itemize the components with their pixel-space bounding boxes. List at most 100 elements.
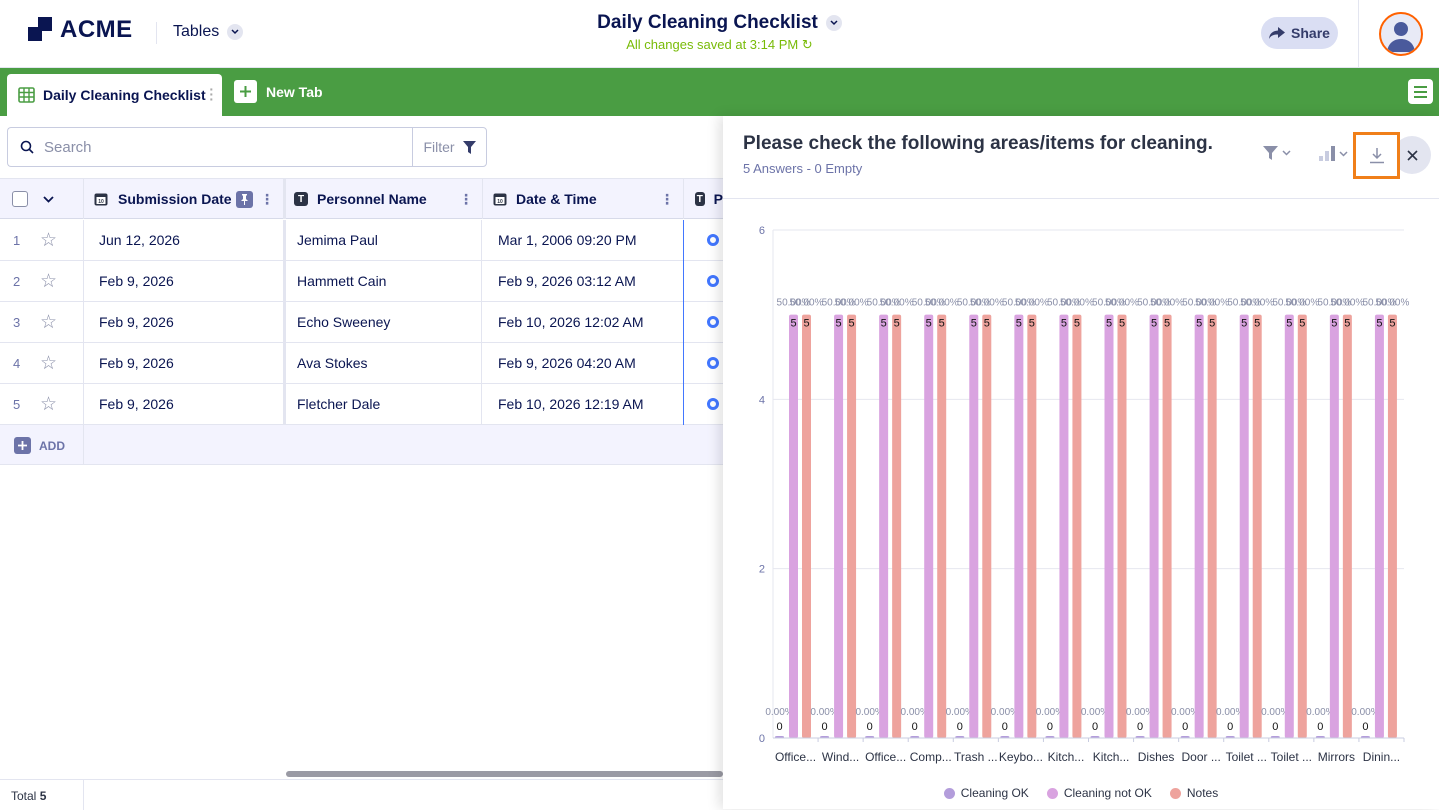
data-label: 0 <box>776 721 782 733</box>
bar-cleaning-not-ok <box>789 314 798 738</box>
cell-personnel-name[interactable]: Jemima Paul <box>297 220 378 260</box>
column-label: Date & Time <box>516 191 597 207</box>
column-header-personnel-name[interactable]: T Personnel Name ⋮ <box>283 179 482 219</box>
x-tick-label: Kitch... <box>1048 750 1085 764</box>
x-tick-label: Comp... <box>910 750 952 764</box>
cell-personnel-name[interactable]: Ava Stokes <box>297 343 368 383</box>
table-row[interactable]: 3 ☆ Feb 9, 2026 Echo Sweeney Feb 10, 202… <box>0 302 723 343</box>
data-label: 5 <box>836 318 842 330</box>
tab-daily-cleaning-checklist[interactable]: Daily Cleaning Checklist · · · <box>7 74 222 116</box>
column-divider <box>683 261 684 302</box>
cell-submission-date[interactable]: Jun 12, 2026 <box>99 220 180 260</box>
star-icon[interactable]: ☆ <box>40 261 57 301</box>
column-header-p[interactable]: T P <box>683 179 723 219</box>
cell-submission-date[interactable]: Feb 9, 2026 <box>99 384 174 424</box>
doc-title-dropdown[interactable]: Daily Cleaning Checklist <box>597 12 842 34</box>
radio-indicator[interactable] <box>707 220 719 260</box>
bar-notes <box>982 314 992 738</box>
user-avatar[interactable] <box>1379 12 1423 56</box>
legend-item-cleaning-ok[interactable]: Cleaning OK <box>943 786 1029 800</box>
search-input[interactable]: Search <box>7 127 413 167</box>
data-label: 0 <box>1182 721 1188 733</box>
column-divider <box>481 384 482 425</box>
share-button[interactable]: Share <box>1261 17 1338 49</box>
radio-indicator[interactable] <box>707 261 719 301</box>
download-icon <box>1369 147 1384 163</box>
column-menu-icon[interactable]: ⋮ <box>459 191 473 208</box>
download-button[interactable] <box>1353 132 1400 179</box>
x-tick-label: Toilet ... <box>1226 750 1267 764</box>
table-row[interactable]: 1 ☆ Jun 12, 2026 Jemima Paul Mar 1, 2006… <box>0 220 723 261</box>
cell-submission-date[interactable]: Feb 9, 2026 <box>99 343 174 383</box>
cell-date-time[interactable]: Feb 9, 2026 04:20 AM <box>498 343 636 383</box>
column-divider <box>481 343 482 384</box>
data-label: 5 <box>1241 318 1247 330</box>
star-icon[interactable]: ☆ <box>40 384 57 424</box>
data-label: 0 <box>1137 721 1143 733</box>
table-row[interactable]: 4 ☆ Feb 9, 2026 Ava Stokes Feb 9, 2026 0… <box>0 343 723 384</box>
table-grid-icon <box>18 87 35 103</box>
column-label: P <box>713 191 723 207</box>
cell-submission-date[interactable]: Feb 9, 2026 <box>99 261 174 301</box>
column-divider <box>283 261 286 302</box>
data-label: 5 <box>1164 318 1170 330</box>
new-tab-button[interactable]: New Tab <box>234 80 323 103</box>
column-menu-icon[interactable]: ⋮ <box>260 191 274 208</box>
cell-date-time[interactable]: Feb 9, 2026 03:12 AM <box>498 261 636 301</box>
cell-date-time[interactable]: Mar 1, 2006 09:20 PM <box>498 220 637 260</box>
hamburger-menu-icon[interactable] <box>1408 79 1433 104</box>
chart-filter-dropdown[interactable] <box>1263 146 1291 160</box>
cell-personnel-name[interactable]: Hammett Cain <box>297 261 386 301</box>
column-divider <box>83 261 84 302</box>
table-row[interactable]: 2 ☆ Feb 9, 2026 Hammett Cain Feb 9, 2026… <box>0 261 723 302</box>
radio-indicator[interactable] <box>707 343 719 383</box>
star-icon[interactable]: ☆ <box>40 302 57 342</box>
legend-item-cleaning-not-ok[interactable]: Cleaning not OK <box>1046 786 1152 800</box>
star-icon[interactable]: ☆ <box>40 343 57 383</box>
chevron-down-icon[interactable] <box>43 179 54 219</box>
bar-notes <box>892 314 902 738</box>
data-label: 0 <box>822 721 828 733</box>
filter-button[interactable]: Filter <box>412 127 487 167</box>
chevron-down-icon <box>825 15 842 31</box>
column-divider <box>481 220 482 261</box>
cell-personnel-name[interactable]: Echo Sweeney <box>297 302 390 342</box>
data-label: 5 <box>1286 318 1292 330</box>
data-label: 5 <box>849 318 855 330</box>
column-header-submission-date[interactable]: 10 Submission Date ⋮ <box>83 179 283 219</box>
bar-cleaning-not-ok <box>1329 314 1339 738</box>
bar-cleaning-not-ok <box>924 314 934 738</box>
star-icon[interactable]: ☆ <box>40 220 57 260</box>
column-header-date-time[interactable]: 10 Date & Time ⋮ <box>482 179 683 219</box>
column-divider <box>283 302 286 343</box>
table-row[interactable]: 5 ☆ Feb 9, 2026 Fletcher Dale Feb 10, 20… <box>0 384 723 425</box>
funnel-icon <box>1263 146 1278 160</box>
cell-submission-date[interactable]: Feb 9, 2026 <box>99 302 174 342</box>
horizontal-scrollbar[interactable] <box>286 771 723 777</box>
column-label: Personnel Name <box>317 191 427 207</box>
data-label: 0 <box>1272 721 1278 733</box>
radio-indicator[interactable] <box>707 302 719 342</box>
cell-date-time[interactable]: Feb 10, 2026 12:02 AM <box>498 302 644 342</box>
pin-icon[interactable] <box>236 190 253 208</box>
column-divider <box>683 384 684 425</box>
chart-type-dropdown[interactable] <box>1319 146 1348 161</box>
column-divider <box>83 780 84 810</box>
column-divider <box>83 220 84 261</box>
panel-title: Please check the following areas/items f… <box>743 133 1213 154</box>
data-label: 5 <box>1299 318 1305 330</box>
select-all-checkbox[interactable] <box>12 179 30 219</box>
cell-date-time[interactable]: Feb 10, 2026 12:19 AM <box>498 384 644 424</box>
filter-label: Filter <box>423 139 455 155</box>
tab-menu-icon[interactable]: · · · <box>209 82 214 106</box>
svg-text:10: 10 <box>98 199 104 205</box>
add-row-button[interactable]: ADD <box>14 437 65 454</box>
percent-label: 50.00% <box>1105 298 1139 309</box>
column-menu-icon[interactable]: ⋮ <box>660 191 674 208</box>
data-label: 0 <box>957 721 963 733</box>
radio-indicator[interactable] <box>707 384 719 424</box>
cell-personnel-name[interactable]: Fletcher Dale <box>297 384 380 424</box>
bar-notes <box>1207 314 1217 738</box>
data-label: 0 <box>1092 721 1098 733</box>
legend-item-notes[interactable]: Notes <box>1169 786 1218 800</box>
